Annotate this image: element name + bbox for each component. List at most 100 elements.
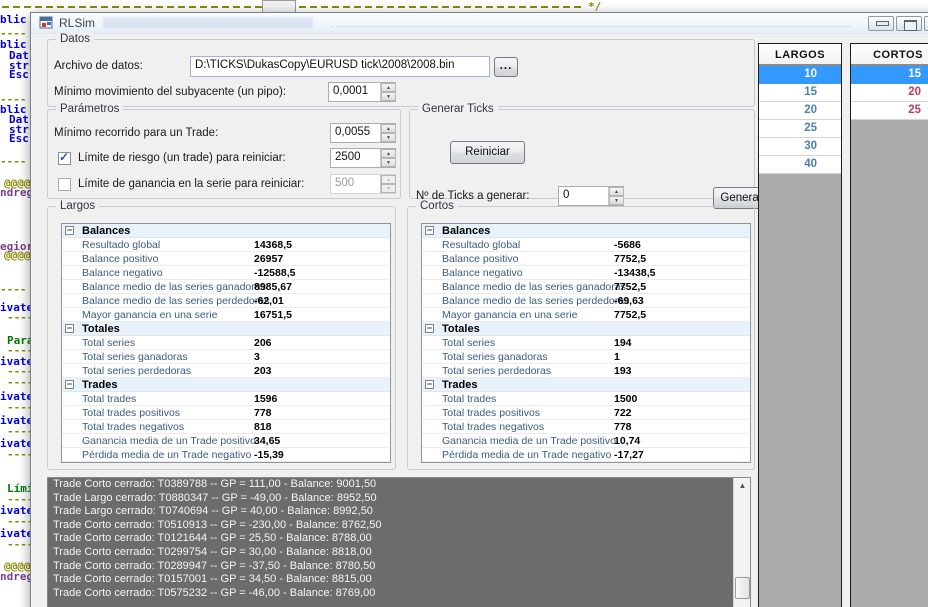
stat-value: 16751,5: [254, 308, 292, 322]
stat-label: Total series perdedoras: [82, 364, 191, 378]
reiniciar-button[interactable]: Reiniciar: [450, 141, 525, 164]
spin-down-icon[interactable]: ▼: [381, 92, 396, 101]
trade-log-listbox[interactable]: Trade Corto cerrado: T0389788 -- GP = 11…: [47, 477, 751, 607]
collapse-icon[interactable]: −: [425, 380, 434, 389]
collapse-icon[interactable]: −: [65, 324, 74, 333]
spin-up-icon[interactable]: ▲: [609, 187, 624, 196]
grid-row[interactable]: 10: [759, 66, 841, 84]
grid-row[interactable]: 25: [759, 120, 841, 138]
grid-row[interactable]: 20: [759, 102, 841, 120]
stat-row[interactable]: Ganancia media de un Trade positivo10,74: [422, 434, 750, 448]
category-row[interactable]: −Trades: [62, 378, 390, 392]
category-label: Balances: [82, 224, 130, 238]
stat-row[interactable]: Total series194: [422, 336, 750, 350]
log-line[interactable]: Trade Corto cerrado: T0389788 -- GP = 11…: [48, 478, 750, 492]
stat-row[interactable]: Pérdida media de un Trade negativo-17,27: [422, 448, 750, 462]
stat-row[interactable]: Mayor ganancia en una serie16751,5: [62, 308, 390, 322]
stat-row[interactable]: Resultado global-5686: [422, 238, 750, 252]
category-row[interactable]: −Trades: [422, 378, 750, 392]
stat-row[interactable]: Total series perdedoras203: [62, 364, 390, 378]
category-row[interactable]: −Balances: [62, 224, 390, 238]
spin-up-icon[interactable]: ▲: [381, 83, 396, 92]
grid-row[interactable]: 15: [851, 66, 928, 84]
stat-row[interactable]: Total trades positivos722: [422, 406, 750, 420]
ganancia-stepper[interactable]: 500 ▲▼: [330, 174, 396, 194]
ganancia-checkbox[interactable]: [58, 178, 71, 191]
log-line[interactable]: Trade Largo cerrado: T0740694 -- GP = 40…: [48, 505, 750, 519]
grid-row[interactable]: 25: [851, 102, 928, 120]
maximize-button[interactable]: [896, 16, 922, 31]
grid-row[interactable]: 15: [759, 84, 841, 102]
stat-value: 34,65: [254, 434, 280, 448]
stat-row[interactable]: Total trades positivos778: [62, 406, 390, 420]
stat-row[interactable]: Total trades1500: [422, 392, 750, 406]
log-line[interactable]: Trade Corto cerrado: T0121644 -- GP = 25…: [48, 532, 750, 546]
stat-row[interactable]: Resultado global14368,5: [62, 238, 390, 252]
log-line[interactable]: Trade Corto cerrado: T0299754 -- GP = 30…: [48, 546, 750, 560]
stat-row[interactable]: Balance medio de las series ganadoras898…: [62, 280, 390, 294]
scroll-up-icon[interactable]: ▲: [735, 478, 750, 493]
cortos-stats-table: −BalancesResultado global-5686Balance po…: [421, 223, 751, 463]
scroll-thumb[interactable]: [735, 577, 750, 599]
scroll-down-icon[interactable]: ▼: [735, 602, 750, 607]
category-row[interactable]: −Totales: [62, 322, 390, 336]
spin-up-icon[interactable]: ▲: [381, 149, 396, 158]
log-line[interactable]: Trade Corto cerrado: T0510913 -- GP = -2…: [48, 519, 750, 533]
stat-value: 26957: [254, 252, 283, 266]
stat-row[interactable]: Ganancia media de un Trade positivo34,65: [62, 434, 390, 448]
stat-row[interactable]: Balance negativo-13438,5: [422, 266, 750, 280]
category-row[interactable]: −Totales: [422, 322, 750, 336]
grid-row[interactable]: 20: [851, 84, 928, 102]
stat-row[interactable]: Balance medio de las series ganadoras775…: [422, 280, 750, 294]
screen: */ blic----blicDatstrEsc----blicDatstrEs…: [0, 0, 928, 607]
spin-down-icon[interactable]: ▼: [609, 196, 624, 205]
log-line[interactable]: Trade Largo cerrado: T0880347 -- GP = -4…: [48, 492, 750, 506]
recorrido-label: Mínimo recorrido para un Trade:: [54, 127, 218, 139]
riesgo-stepper[interactable]: 2500 ▲▼: [330, 148, 396, 168]
stat-row[interactable]: Total series206: [62, 336, 390, 350]
collapse-icon[interactable]: −: [65, 380, 74, 389]
collapse-icon[interactable]: −: [425, 324, 434, 333]
stat-row[interactable]: Mayor ganancia en una serie7752,5: [422, 308, 750, 322]
spin-up-icon[interactable]: ▲: [381, 124, 396, 133]
stat-row[interactable]: Balance positivo26957: [62, 252, 390, 266]
ticks-stepper[interactable]: 0 ▲▼: [558, 186, 624, 206]
stat-label: Total series: [442, 336, 495, 350]
stat-label: Balance positivo: [442, 252, 518, 266]
pipo-stepper[interactable]: 0,0001 ▲ ▼: [328, 82, 396, 102]
stat-row[interactable]: Balance medio de las series perdedoras-6…: [62, 294, 390, 308]
grid-largos-header[interactable]: LARGOS: [759, 44, 841, 66]
grid-cortos-header[interactable]: CORTOS: [851, 44, 928, 66]
stat-row[interactable]: Total series perdedoras193: [422, 364, 750, 378]
close-button[interactable]: [924, 16, 928, 31]
stat-row[interactable]: Balance medio de las series perdedoras-6…: [422, 294, 750, 308]
stat-row[interactable]: Balance negativo-12588,5: [62, 266, 390, 280]
spin-down-icon[interactable]: ▼: [381, 158, 396, 167]
stat-label: Total trades positivos: [82, 406, 180, 420]
recorrido-stepper[interactable]: 0,0055 ▲▼: [330, 123, 396, 143]
riesgo-checkbox[interactable]: ✓: [58, 152, 71, 165]
archivo-input[interactable]: D:\TICKS\DukasCopy\EURUSD tick\2008\2008…: [190, 56, 490, 77]
stat-row[interactable]: Total series ganadoras1: [422, 350, 750, 364]
minimize-button[interactable]: [868, 16, 894, 31]
stat-row[interactable]: Balance positivo7752,5: [422, 252, 750, 266]
category-label: Balances: [442, 224, 490, 238]
browse-button[interactable]: ...: [494, 57, 518, 77]
spin-down-icon[interactable]: ▼: [381, 133, 396, 142]
stat-row[interactable]: Total trades negativos818: [62, 420, 390, 434]
collapse-icon[interactable]: −: [425, 226, 434, 235]
category-row[interactable]: −Balances: [422, 224, 750, 238]
stat-row[interactable]: Total trades negativos778: [422, 420, 750, 434]
grid-row[interactable]: 30: [759, 138, 841, 156]
title-bar[interactable]: RLSim: [31, 13, 928, 34]
stat-row[interactable]: Pérdida media de un Trade negativo-15,39: [62, 448, 390, 462]
stat-row[interactable]: Total series ganadoras3: [62, 350, 390, 364]
log-line[interactable]: Trade Corto cerrado: T0157001 -- GP = 34…: [48, 573, 750, 587]
log-line[interactable]: Trade Corto cerrado: T0289947 -- GP = -3…: [48, 560, 750, 574]
stat-value: 206: [254, 336, 272, 350]
log-scrollbar[interactable]: ▲ ▼: [733, 478, 750, 607]
stat-row[interactable]: Total trades1596: [62, 392, 390, 406]
grid-row[interactable]: 40: [759, 156, 841, 174]
log-line[interactable]: Trade Corto cerrado: T0575232 -- GP = -4…: [48, 587, 750, 601]
collapse-icon[interactable]: −: [65, 226, 74, 235]
